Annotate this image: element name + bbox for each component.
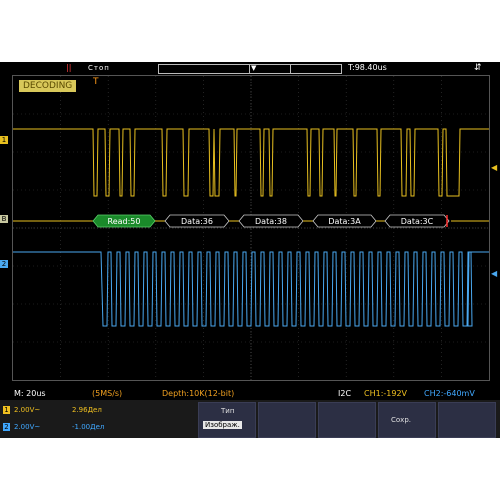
decode-frame-label: Data:3A	[328, 217, 361, 226]
decode-frame-label: Data:36	[181, 217, 213, 226]
usb-icon: ⇵	[474, 63, 482, 73]
channel-mark: ||	[66, 63, 72, 72]
type-value: Изображ.	[203, 421, 242, 429]
timebase: M: 20us	[14, 389, 46, 398]
bottom-status-bar: M: 20us (5MS/s) Depth:10K(12-bit) I2C CH…	[0, 389, 500, 399]
run-state: Стоп	[88, 64, 110, 72]
ch2-marker[interactable]: 2	[0, 260, 8, 268]
ch1-level-arrow: ◀	[491, 163, 498, 172]
softkey-3[interactable]	[318, 402, 376, 438]
bus-marker[interactable]: B	[0, 215, 8, 223]
ch1-info[interactable]: 1 2.00V~ 2.96Дел	[2, 403, 192, 417]
type-label: Тип	[221, 407, 235, 415]
ch2-scale: 2.00V~	[14, 423, 41, 431]
trigger-time: T:98.40us	[348, 63, 387, 72]
ch2-level-arrow: ◀	[491, 269, 498, 278]
ch1-scale: 2.00V~	[14, 406, 41, 414]
ch2-trigger-level: CH2:-640mV	[424, 389, 475, 398]
ch2-waveform	[13, 251, 489, 327]
softkey-2[interactable]	[258, 402, 316, 438]
save-softkey[interactable]: Сохр.	[378, 402, 436, 438]
softkey-5[interactable]	[438, 402, 496, 438]
decode-frames: Read:50 Data:36 Data:38 Data:3A Data:3C	[92, 214, 450, 228]
ch2-info[interactable]: 2 2.00V~ -1.00Дел	[2, 420, 192, 434]
ch1-trigger-level: CH1:-192V	[364, 389, 408, 398]
protocol-label: I2C	[338, 389, 352, 398]
trigger-position-bar: ▼	[158, 64, 342, 74]
ch2-badge: 2	[3, 423, 10, 431]
trigger-position-tick: ▼	[251, 64, 257, 72]
decode-frame-label: Read:50	[108, 217, 141, 226]
decoding-mode-badge: DECODING	[19, 80, 77, 92]
type-softkey[interactable]: Тип Изображ.	[198, 402, 256, 438]
ch2-offset: -1.00Дел	[72, 423, 105, 431]
trigger-marker: T	[93, 77, 99, 87]
memory-depth: Depth:10K(12-bit)	[162, 389, 235, 398]
decode-frame-label: Data:3C	[401, 217, 434, 226]
top-status-bar: || Стоп ▼ T:98.40us ⇵	[0, 62, 500, 75]
sample-rate: (5MS/s)	[92, 389, 123, 398]
save-label: Сохр.	[391, 416, 411, 424]
waveform-canvas: Read:50 Data:36 Data:38 Data:3A Data:3C	[13, 76, 489, 380]
ch1-offset: 2.96Дел	[72, 406, 102, 414]
ch1-marker[interactable]: 1	[0, 136, 8, 144]
decode-frame-label: Data:38	[255, 217, 287, 226]
bottom-menu: 1 2.00V~ 2.96Дел 2 2.00V~ -1.00Дел Тип И…	[0, 400, 500, 438]
oscilloscope-screen: || Стоп ▼ T:98.40us ⇵ Read:50 Data:36 Data…	[0, 62, 500, 438]
waveform-plot: Read:50 Data:36 Data:38 Data:3A Data:3C DECO…	[12, 75, 490, 381]
ch1-badge: 1	[3, 406, 10, 414]
